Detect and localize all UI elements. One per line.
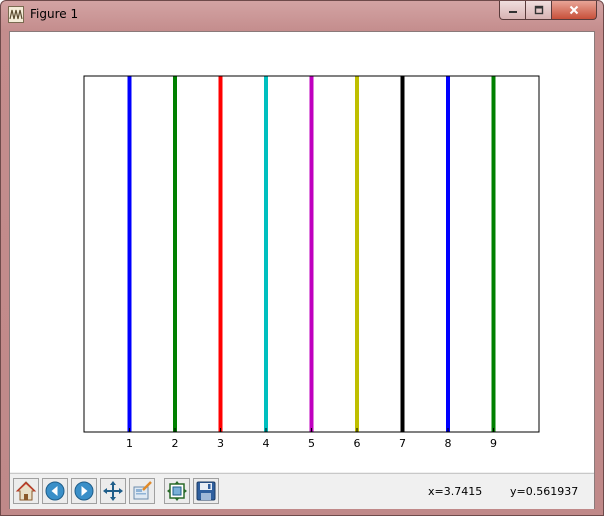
client-area: 1 2 3 4 5 6 7 8 9 x=3.7415 y=0.561937: [9, 31, 595, 509]
save-button[interactable]: [193, 478, 219, 504]
x-tick-label-3: 3: [217, 437, 224, 450]
title-bar[interactable]: Figure 1: [1, 1, 603, 31]
zoom-rect-icon: [133, 481, 152, 500]
close-icon: [569, 5, 579, 15]
plot-lines: [127, 76, 496, 432]
back-button[interactable]: [42, 478, 68, 504]
y-coordinate-readout: y=0.561937: [510, 485, 579, 498]
maximize-icon: [534, 5, 543, 15]
x-tick-label-9: 9: [490, 437, 497, 450]
minimize-icon: [508, 11, 517, 13]
x-tick-label-1: 1: [126, 437, 133, 450]
close-button[interactable]: [552, 1, 597, 20]
x-tick-label-6: 6: [354, 437, 361, 450]
subplots-button[interactable]: [164, 478, 190, 504]
figure-window: Figure 1 1 2 3 4 5 6 7 8 9 x=3.7415 y=0.561937: [0, 0, 604, 516]
x-tick-label-4: 4: [263, 437, 270, 450]
zoom-button[interactable]: [129, 478, 155, 504]
window-title: Figure 1: [30, 7, 79, 21]
forward-arrow-icon: [74, 481, 94, 501]
x-tick-label-5: 5: [308, 437, 315, 450]
floppy-save-icon: [196, 481, 216, 501]
x-tick-label-8: 8: [445, 437, 452, 450]
window-controls: [499, 1, 597, 21]
plot-svg[interactable]: 1 2 3 4 5 6 7 8 9: [10, 32, 594, 472]
minimize-button[interactable]: [499, 1, 526, 20]
back-arrow-icon: [45, 481, 65, 501]
x-axis-ticks: 1 2 3 4 5 6 7 8 9: [126, 428, 497, 450]
figure-canvas[interactable]: 1 2 3 4 5 6 7 8 9: [10, 32, 594, 472]
pan-button[interactable]: [100, 478, 126, 504]
navigation-toolbar: x=3.7415 y=0.561937: [10, 473, 594, 509]
move-arrows-icon: [103, 481, 123, 501]
subplots-config-icon: [167, 481, 187, 501]
matplotlib-figure-icon: [8, 6, 24, 23]
home-button[interactable]: [13, 478, 39, 504]
x-tick-label-7: 7: [399, 437, 406, 450]
forward-button[interactable]: [71, 478, 97, 504]
home-icon: [15, 481, 37, 501]
maximize-button[interactable]: [526, 1, 552, 20]
x-coordinate-readout: x=3.7415: [428, 485, 483, 498]
x-tick-label-2: 2: [172, 437, 179, 450]
